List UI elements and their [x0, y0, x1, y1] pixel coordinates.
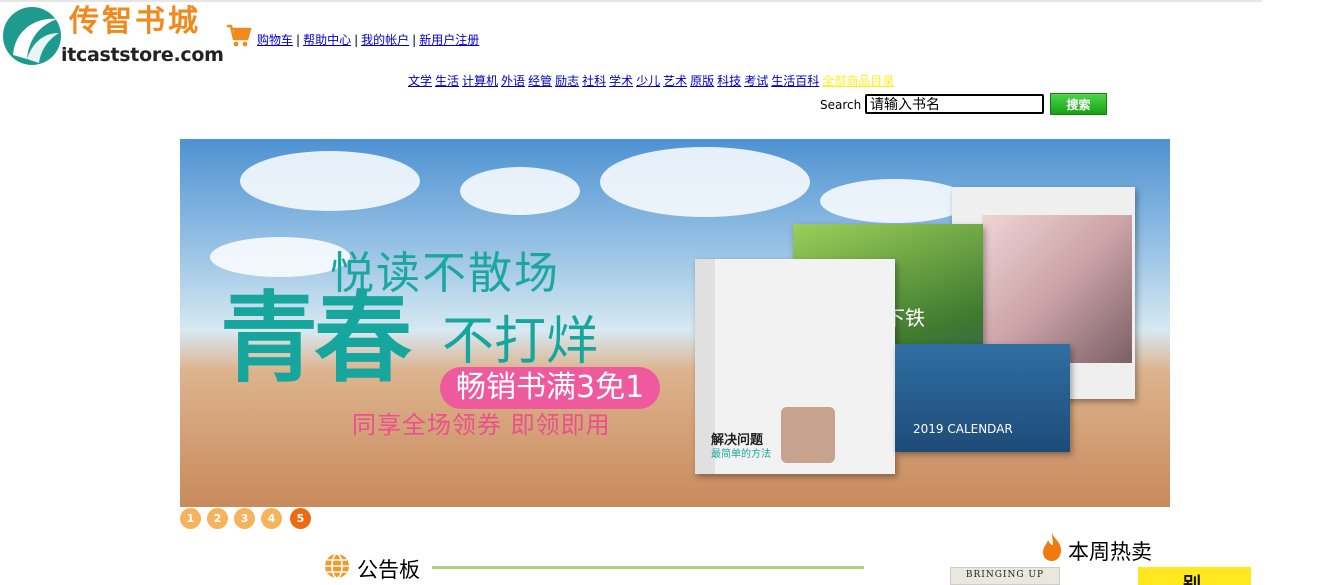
slider-dot-1[interactable]: 1: [180, 508, 201, 529]
banner-cloud: [210, 237, 350, 277]
category-all-products[interactable]: 全部商品目录: [822, 74, 894, 88]
category-economics[interactable]: 经管: [528, 74, 552, 88]
category-life-encyclopedia[interactable]: 生活百科: [771, 74, 819, 88]
site-logo[interactable]: 传智书城 itcaststore.com: [3, 4, 224, 66]
flame-icon: [1040, 532, 1064, 562]
category-nav: 文学 生活 计算机 外语 经管 励志 社科 学术 少儿 艺术 原版 科技 考试 生活百科 全部商品目录: [408, 72, 897, 89]
promo-banner[interactable]: 悦读不散场 青春 不打烊 畅销书满3免1 同享全场领券 即领即用 地下铁 解决问…: [180, 139, 1170, 507]
search-input[interactable]: [865, 94, 1044, 114]
hot-book-cover[interactable]: BRINGING UP BOYS: [950, 567, 1060, 585]
category-life[interactable]: 生活: [435, 74, 459, 88]
hot-book-cover[interactable]: 别: [1138, 567, 1251, 585]
link-cart[interactable]: 购物车: [257, 33, 293, 47]
category-children[interactable]: 少儿: [636, 74, 660, 88]
link-my-account[interactable]: 我的帐户: [361, 33, 409, 47]
banner-promo-badge: 畅销书满3免1: [440, 367, 661, 409]
shopping-cart-icon[interactable]: [226, 22, 252, 48]
search-button[interactable]: 搜索: [1050, 93, 1107, 115]
book-cover-subtitle: 最简单的方法: [711, 449, 771, 460]
category-foreign-language[interactable]: 外语: [501, 74, 525, 88]
bulletin-divider: [432, 566, 864, 569]
category-technology[interactable]: 科技: [717, 74, 741, 88]
category-social-science[interactable]: 社科: [582, 74, 606, 88]
book-cover-photo: [982, 215, 1132, 363]
banner-cloud: [600, 147, 810, 217]
top-divider: [0, 0, 1262, 2]
banner-headline-3: 不打烊: [442, 312, 599, 372]
slider-dot-4[interactable]: 4: [261, 508, 282, 529]
banner-subline: 同享全场领券 即领即用: [352, 411, 611, 439]
link-separator: |: [412, 33, 417, 47]
banner-cloud: [460, 167, 580, 215]
hot-book-title: 别: [1183, 574, 1201, 585]
category-original[interactable]: 原版: [690, 74, 714, 88]
banner-headline-2: 青春: [220, 282, 412, 396]
category-literature[interactable]: 文学: [408, 74, 432, 88]
banner-cloud: [820, 179, 970, 223]
category-computer[interactable]: 计算机: [462, 74, 498, 88]
logo-domain-text: itcaststore.com: [61, 44, 224, 66]
category-exam[interactable]: 考试: [744, 74, 768, 88]
search-label: Search: [820, 98, 862, 112]
banner-book-cover: 解决问题 最简单的方法: [695, 259, 895, 474]
link-register[interactable]: 新用户注册: [419, 33, 479, 47]
hot-title: 本周热卖: [1068, 540, 1152, 564]
link-separator: |: [296, 33, 301, 47]
globe-icon: [323, 552, 351, 580]
header-links: 购物车 | 帮助中心 | 我的帐户 | 新用户注册: [257, 31, 479, 48]
bulletin-title: 公告板: [357, 558, 420, 582]
slider-dot-2[interactable]: 2: [207, 508, 228, 529]
banner-calendar: 2019 CALENDAR: [895, 344, 1070, 452]
slider-dot-5[interactable]: 5: [290, 508, 311, 529]
logo-emblem-icon: [3, 7, 61, 65]
link-help-center[interactable]: 帮助中心: [303, 33, 351, 47]
calendar-title: 2019 CALENDAR: [913, 422, 1013, 436]
category-academic[interactable]: 学术: [609, 74, 633, 88]
slider-dot-3[interactable]: 3: [234, 508, 255, 529]
link-separator: |: [354, 33, 359, 47]
category-inspirational[interactable]: 励志: [555, 74, 579, 88]
banner-cloud: [240, 151, 420, 211]
logo-chinese-text: 传智书城: [69, 4, 201, 39]
category-art[interactable]: 艺术: [663, 74, 687, 88]
book-cover-photo: [781, 407, 835, 463]
